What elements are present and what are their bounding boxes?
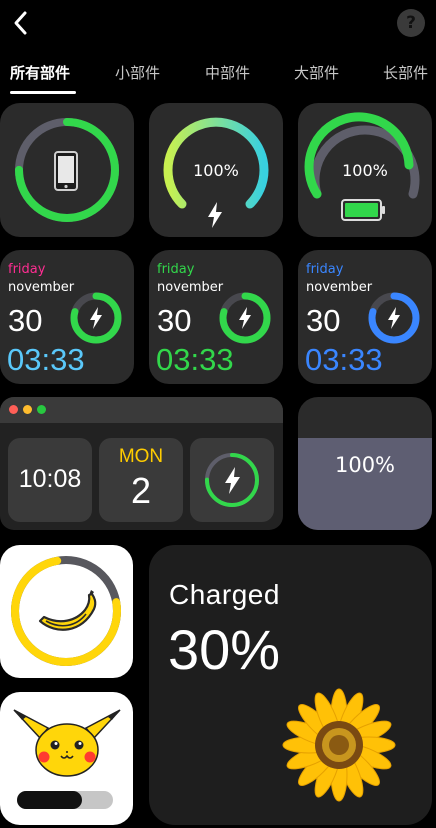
lightning-icon: [225, 467, 240, 494]
date-number: 30: [8, 303, 43, 338]
lightning-icon: [90, 307, 102, 329]
battery-icon: [341, 199, 385, 221]
day-label: friday: [306, 262, 344, 277]
date-card-pink[interactable]: friday november 30 03:33: [0, 250, 134, 384]
time-label: 03:33: [7, 342, 85, 377]
tab-label: 中部件: [205, 64, 251, 82]
gauge-percent: 100%: [342, 161, 388, 180]
tab-large[interactable]: 大部件: [294, 62, 339, 83]
window-widget[interactable]: 10:08 MON 2: [0, 397, 283, 530]
tab-medium[interactable]: 中部件: [205, 62, 250, 83]
back-button[interactable]: [6, 8, 36, 38]
charge-tile: [190, 438, 274, 522]
time-label: 03:33: [156, 342, 234, 377]
tab-label: 小部件: [115, 64, 161, 82]
question-mark-icon: ?: [406, 13, 416, 33]
tab-small[interactable]: 小部件: [115, 62, 160, 83]
tab-label: 长部件: [383, 64, 429, 82]
zoom-dot: [37, 405, 46, 414]
phone-ring-widget[interactable]: [0, 103, 134, 237]
gauge-percent: 100%: [193, 161, 239, 180]
charged-percent: 30%: [168, 618, 281, 681]
fill-level: [298, 438, 432, 530]
month-label: november: [157, 280, 224, 295]
day-number: 2: [130, 470, 152, 511]
charge-ring: [205, 453, 259, 507]
tab-active-underline: [10, 91, 76, 94]
charge-ring: [219, 292, 271, 344]
fill-percent: 100%: [334, 453, 396, 477]
day-label: friday: [8, 262, 46, 277]
charge-ring: [368, 292, 420, 344]
lightning-icon: [239, 307, 251, 329]
pikachu-icon: [13, 709, 121, 777]
weekday-label: MON: [118, 446, 164, 467]
green-gauge-widget[interactable]: 100%: [298, 103, 432, 237]
close-dot: [9, 405, 18, 414]
tab-long[interactable]: 长部件: [383, 62, 428, 83]
clock-time: 10:08: [18, 465, 82, 493]
charge-ring: [70, 292, 122, 344]
lightning-icon: [388, 307, 400, 329]
help-button[interactable]: ?: [397, 9, 425, 37]
date-card-blue[interactable]: friday november 30 03:33: [298, 250, 432, 384]
date-number: 30: [157, 303, 192, 338]
clock-tile: 10:08: [8, 438, 92, 522]
month-label: november: [306, 280, 373, 295]
calendar-tile: MON 2: [99, 438, 183, 522]
sunflower-icon: [282, 688, 396, 802]
phone-icon: [54, 151, 78, 191]
lightning-icon: [208, 202, 222, 228]
date-card-green[interactable]: friday november 30 03:33: [149, 250, 283, 384]
tab-label: 所有部件: [10, 64, 71, 82]
banana-icon: [38, 590, 97, 631]
day-label: friday: [157, 262, 195, 277]
fill-level-widget[interactable]: 100%: [298, 397, 432, 530]
banana-widget[interactable]: [0, 545, 133, 678]
charged-widget[interactable]: Charged 30%: [149, 545, 432, 825]
date-number: 30: [306, 303, 341, 338]
pikachu-progress-fill: [17, 791, 82, 809]
pikachu-widget[interactable]: [0, 692, 133, 825]
minimize-dot: [23, 405, 32, 414]
tab-label: 大部件: [294, 64, 340, 82]
month-label: november: [8, 280, 75, 295]
time-label: 03:33: [305, 342, 383, 377]
chevron-left-icon: [14, 11, 27, 35]
gradient-gauge-widget[interactable]: 100%: [149, 103, 283, 237]
charged-title: Charged: [169, 579, 280, 610]
tab-all[interactable]: 所有部件: [10, 62, 70, 83]
